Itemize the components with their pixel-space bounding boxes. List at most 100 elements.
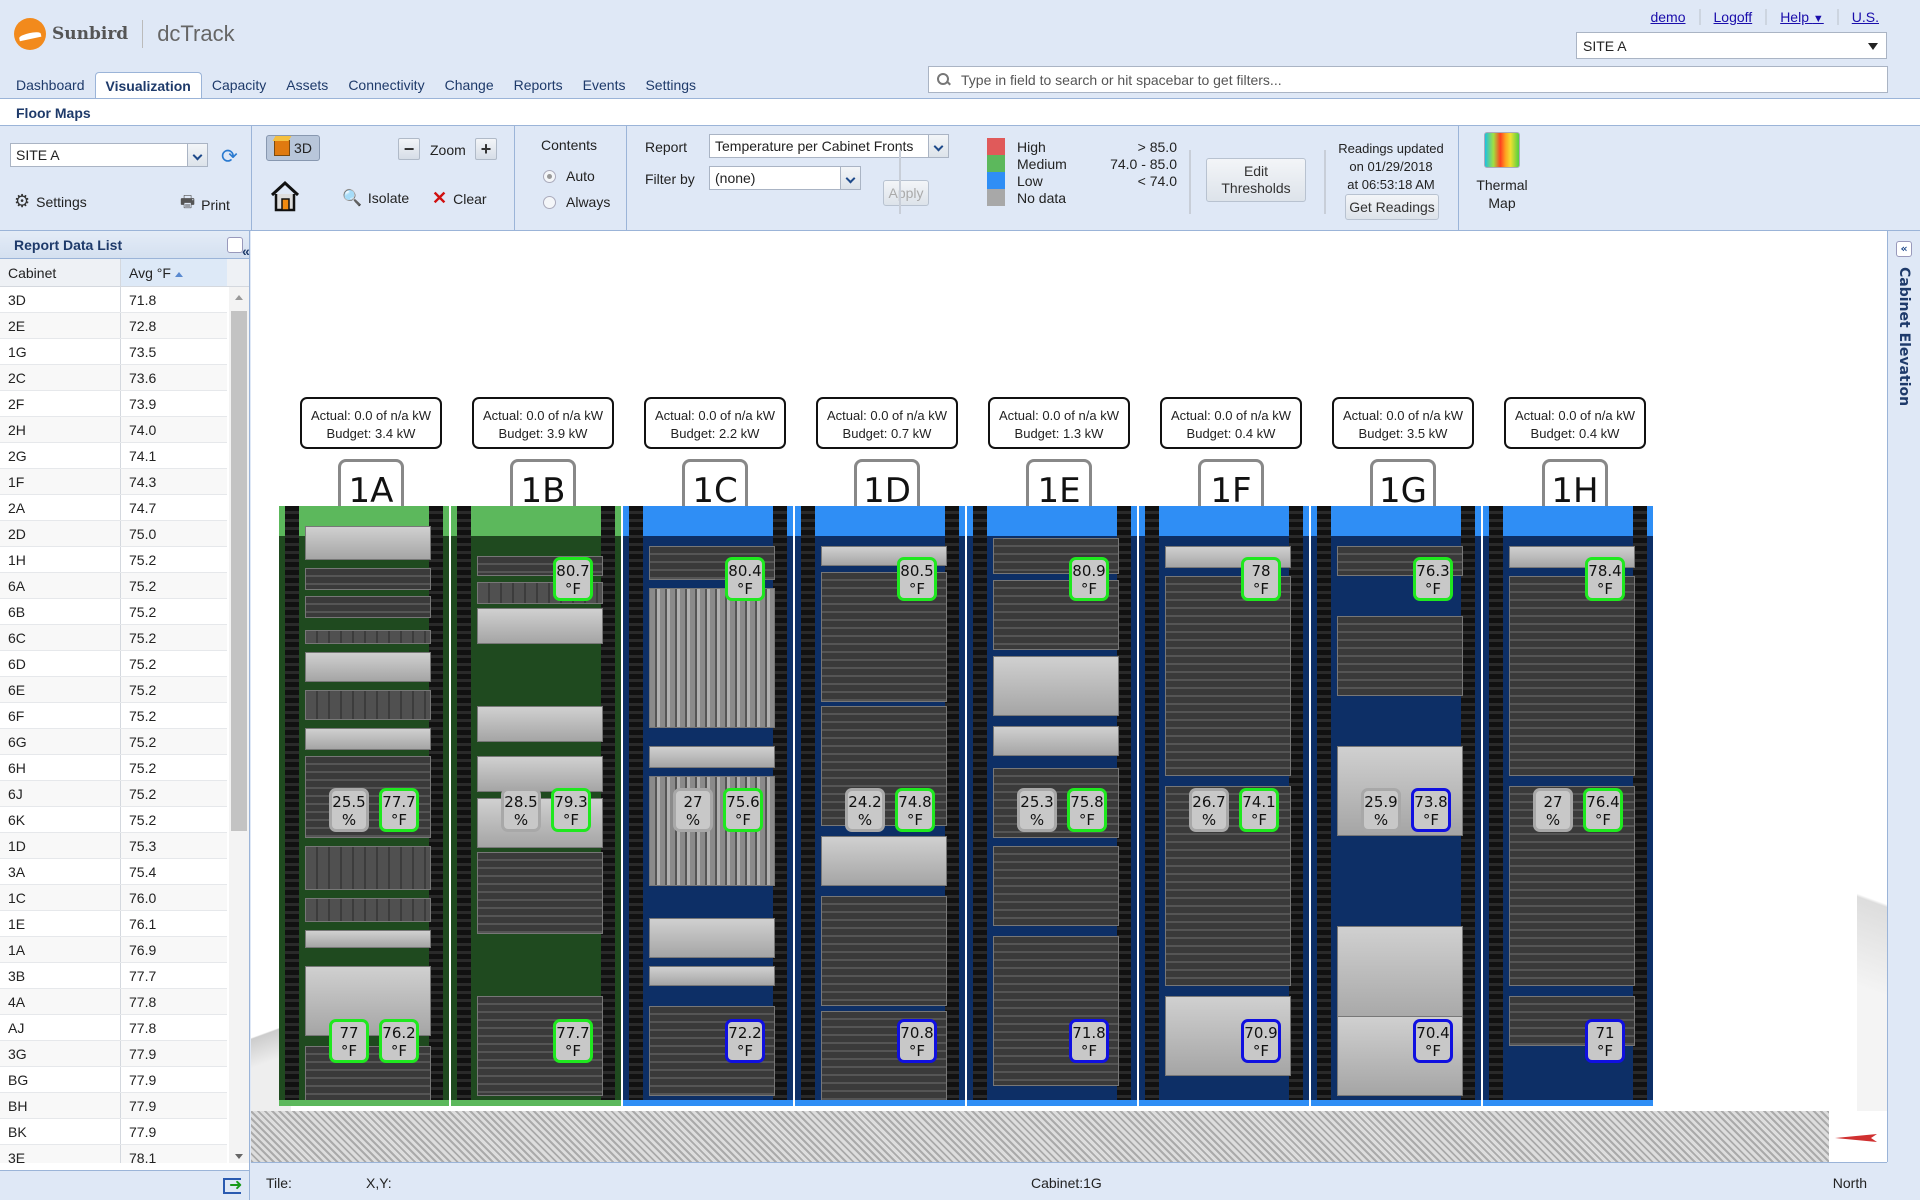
tab-dashboard[interactable]: Dashboard (6, 72, 95, 100)
humidity-sensor-badge[interactable]: 27% (1533, 788, 1573, 832)
rack-device[interactable] (305, 630, 431, 644)
rack-device[interactable] (649, 966, 775, 986)
table-row[interactable]: 1E 76.1 (0, 911, 227, 937)
rack-device[interactable] (649, 588, 775, 728)
temp-sensor-badge[interactable]: 77.7 °F (553, 1019, 593, 1063)
location-select[interactable]: SITE A (10, 143, 208, 167)
temp-sensor-badge[interactable]: 78.4 °F (1585, 557, 1625, 601)
table-row[interactable]: 1F 74.3 (0, 469, 227, 495)
table-row[interactable]: 6G 75.2 (0, 729, 227, 755)
table-row[interactable]: 2H 74.0 (0, 417, 227, 443)
rack-device[interactable] (993, 936, 1119, 1086)
isolate-button[interactable]: 🔍 Isolate (342, 188, 409, 208)
rack-device[interactable] (1337, 616, 1463, 696)
temp-sensor-badge[interactable]: 70.9 °F (1241, 1019, 1281, 1063)
rack-device[interactable] (1165, 576, 1291, 776)
rack-device[interactable] (993, 846, 1119, 926)
filter-select[interactable]: (none) (709, 166, 861, 190)
clear-button[interactable]: ✕ Clear (432, 188, 487, 209)
site-select[interactable]: SITE A (1576, 32, 1887, 59)
table-row[interactable]: 2C 73.6 (0, 365, 227, 391)
rack-device[interactable] (1337, 926, 1463, 1026)
table-row[interactable]: 1G 73.5 (0, 339, 227, 365)
temp-sensor-badge[interactable]: 72.2 °F (725, 1019, 765, 1063)
rack-device[interactable] (305, 526, 431, 560)
humidity-sensor-badge[interactable]: 26.7% (1189, 788, 1229, 832)
cabinet-label[interactable]: 1A (338, 459, 404, 509)
collapse-panel-button[interactable]: « (227, 237, 250, 258)
table-row[interactable]: 2A 74.7 (0, 495, 227, 521)
cabinet-label[interactable]: 1H (1542, 459, 1608, 509)
rack-device[interactable] (305, 898, 431, 922)
scroll-down-icon[interactable] (235, 1154, 243, 1159)
table-row[interactable]: 6A 75.2 (0, 573, 227, 599)
rack-device[interactable] (305, 568, 431, 590)
temp-sensor-badge[interactable]: 74.1 °F (1239, 788, 1279, 832)
table-row[interactable]: BK 77.9 (0, 1119, 227, 1145)
temp-sensor-badge[interactable]: 80.4 °F (725, 557, 765, 601)
logoff-link[interactable]: Logoff (1698, 9, 1766, 25)
table-row[interactable]: BH 77.9 (0, 1093, 227, 1119)
table-row[interactable]: 3G 77.9 (0, 1041, 227, 1067)
table-row[interactable]: BG 77.9 (0, 1067, 227, 1093)
scroll-up-icon[interactable] (235, 295, 243, 300)
table-row[interactable]: 3A 75.4 (0, 859, 227, 885)
temp-sensor-badge[interactable]: 71 °F (1585, 1019, 1625, 1063)
cabinet-label[interactable]: 1B (510, 459, 576, 509)
temp-sensor-badge[interactable]: 77.7 °F (379, 788, 419, 832)
rack-device[interactable] (305, 690, 431, 720)
contents-always-radio[interactable]: Always (543, 194, 610, 210)
temp-sensor-badge[interactable]: 73.8 °F (1411, 788, 1451, 832)
table-row[interactable]: 3E 78.1 (0, 1145, 227, 1163)
temp-sensor-badge[interactable]: 78 °F (1241, 557, 1281, 601)
table-row[interactable]: 2D 75.0 (0, 521, 227, 547)
global-search[interactable] (928, 66, 1888, 93)
table-row[interactable]: 6D 75.2 (0, 651, 227, 677)
zoom-in-button[interactable]: + (475, 138, 497, 160)
table-row[interactable]: 3B 77.7 (0, 963, 227, 989)
rack-device[interactable] (821, 896, 947, 1006)
cabinet-elevation-panel[interactable]: « Cabinet Elevation (1887, 231, 1920, 1162)
get-readings-button[interactable]: Get Readings (1345, 194, 1439, 220)
rack-device[interactable] (305, 930, 431, 948)
table-row[interactable]: 2G 74.1 (0, 443, 227, 469)
table-row[interactable]: 6K 75.2 (0, 807, 227, 833)
table-row[interactable]: 6H 75.2 (0, 755, 227, 781)
humidity-sensor-badge[interactable]: 27% (673, 788, 713, 832)
rack-device[interactable] (305, 596, 431, 618)
table-row[interactable]: 1A 76.9 (0, 937, 227, 963)
humidity-sensor-badge[interactable]: 25.9% (1361, 788, 1401, 832)
tab-connectivity[interactable]: Connectivity (338, 72, 434, 100)
temp-sensor-badge[interactable]: 80.5 °F (897, 557, 937, 601)
table-scrollbar[interactable] (229, 287, 249, 1163)
table-row[interactable]: 6J 75.2 (0, 781, 227, 807)
search-input[interactable] (961, 71, 1861, 88)
view-3d-toggle[interactable]: 3D (266, 135, 320, 161)
zoom-out-button[interactable]: − (398, 138, 420, 160)
tab-reports[interactable]: Reports (504, 72, 573, 100)
humidity-sensor-badge[interactable]: 25.5% (329, 788, 369, 832)
rack-device[interactable] (477, 608, 603, 644)
rack-device[interactable] (477, 756, 603, 792)
cabinet-label[interactable]: 1D (854, 459, 920, 509)
table-row[interactable]: 3D 71.8 (0, 287, 227, 313)
temp-sensor-badge[interactable]: 80.7 °F (553, 557, 593, 601)
table-row[interactable]: 6B 75.2 (0, 599, 227, 625)
rack-device[interactable] (821, 836, 947, 886)
humidity-sensor-badge[interactable]: 28.5% (501, 788, 541, 832)
rack-device[interactable] (477, 706, 603, 742)
cabinet-label[interactable]: 1C (682, 459, 748, 509)
apply-button[interactable]: Apply (883, 180, 929, 206)
table-row[interactable]: 1C 76.0 (0, 885, 227, 911)
temp-sensor-badge[interactable]: 70.4 °F (1413, 1019, 1453, 1063)
home-button[interactable] (270, 180, 300, 212)
edit-thresholds-button[interactable]: Edit Thresholds (1206, 158, 1306, 202)
rack-device[interactable] (477, 852, 603, 934)
tab-change[interactable]: Change (435, 72, 504, 100)
table-row[interactable]: 6E 75.2 (0, 677, 227, 703)
help-link[interactable]: Help ▼ (1765, 9, 1837, 25)
table-row[interactable]: 1H 75.2 (0, 547, 227, 573)
humidity-sensor-badge[interactable]: 25.3% (1017, 788, 1057, 832)
report-select[interactable]: Temperature per Cabinet Fronts (709, 134, 949, 158)
temp-sensor-badge[interactable]: 76.3 °F (1413, 557, 1453, 601)
